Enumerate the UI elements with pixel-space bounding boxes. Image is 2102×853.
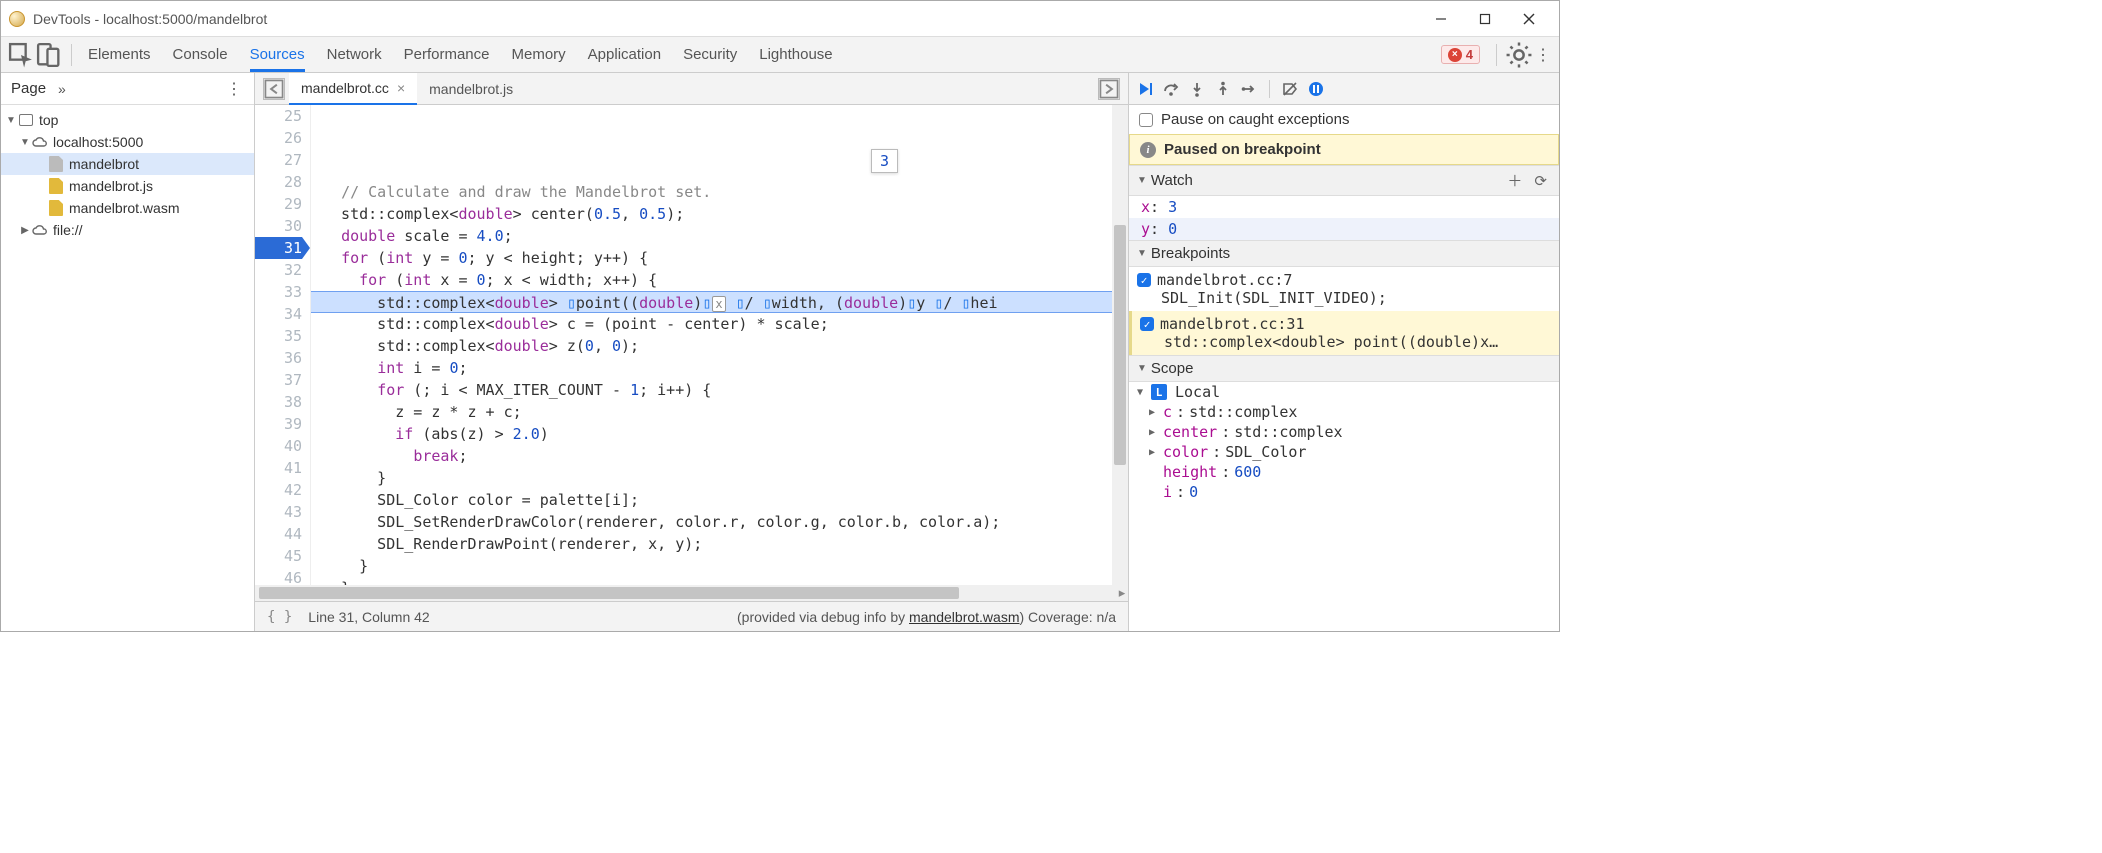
editor-status-bar: { } Line 31, Column 42 (provided via deb…	[255, 601, 1128, 631]
pause-caught-checkbox[interactable]	[1139, 113, 1153, 127]
close-tab-icon[interactable]: ×	[397, 80, 405, 96]
add-watch-icon[interactable]: ＋	[1503, 170, 1526, 191]
local-badge-icon: L	[1151, 384, 1167, 400]
navigator-menu-icon[interactable]: ⋮	[224, 79, 244, 99]
code-editor[interactable]: 2526272829303132333435363738394041424344…	[255, 105, 1128, 585]
show-navigator-icon[interactable]	[263, 78, 285, 100]
panel-tabs: Elements Console Sources Network Perform…	[88, 38, 1441, 71]
editor-tab-mandelbrot-cc[interactable]: mandelbrot.cc ×	[289, 73, 417, 105]
navigator-page-tab[interactable]: Page	[11, 80, 46, 97]
close-button[interactable]	[1507, 4, 1551, 34]
title-bar: DevTools - localhost:5000/mandelbrot	[1, 1, 1559, 37]
tree-file-mandelbrot-wasm[interactable]: mandelbrot.wasm	[1, 197, 254, 219]
breakpoints-section-header[interactable]: ▼Breakpoints	[1129, 240, 1559, 267]
file-tree: ▼ top ▼ localhost:5000 mandelbrot mandel…	[1, 105, 254, 245]
show-debugger-icon[interactable]	[1098, 78, 1120, 100]
tab-memory[interactable]: Memory	[512, 38, 566, 71]
scope-variable[interactable]: ▶c: std::complex	[1129, 402, 1559, 422]
step-over-icon[interactable]	[1163, 81, 1179, 97]
resume-icon[interactable]	[1137, 81, 1153, 97]
tab-application[interactable]: Application	[588, 38, 661, 71]
document-icon	[49, 156, 63, 172]
tree-file-scheme[interactable]: ▶ file://	[1, 219, 254, 241]
error-count: 4	[1466, 47, 1473, 62]
scope-variable[interactable]: ▶center: std::complex	[1129, 422, 1559, 442]
step-into-icon[interactable]	[1189, 81, 1205, 97]
info-icon: i	[1140, 142, 1156, 158]
refresh-watch-icon[interactable]: ⟳	[1530, 172, 1551, 190]
watch-item[interactable]: x: 3	[1129, 196, 1559, 218]
paused-infobar: i Paused on breakpoint	[1129, 134, 1559, 165]
tab-console[interactable]: Console	[173, 38, 228, 71]
breakpoint-item[interactable]: ✓mandelbrot.cc:7 SDL_Init(SDL_INIT_VIDEO…	[1129, 267, 1559, 311]
step-out-icon[interactable]	[1215, 81, 1231, 97]
editor-tab-mandelbrot-js[interactable]: mandelbrot.js	[417, 73, 525, 105]
debugger-panel: Pause on caught exceptions i Paused on b…	[1129, 73, 1559, 631]
cloud-icon	[31, 224, 49, 236]
tab-sources[interactable]: Sources	[250, 38, 305, 71]
scope-variable[interactable]: i: 0	[1129, 482, 1559, 502]
tree-file-mandelbrot-js[interactable]: mandelbrot.js	[1, 175, 254, 197]
more-icon[interactable]: ⋮	[1533, 41, 1553, 69]
error-icon: ×	[1448, 48, 1462, 62]
scope-local-header[interactable]: ▼LLocal	[1129, 382, 1559, 402]
device-toggle-icon[interactable]	[35, 41, 63, 69]
navigator-more-tabs-icon[interactable]: »	[58, 81, 66, 97]
tab-security[interactable]: Security	[683, 38, 737, 71]
app-logo-icon	[9, 11, 25, 27]
horizontal-scrollbar[interactable]: ▸	[255, 585, 1128, 601]
vertical-scrollbar[interactable]	[1112, 105, 1128, 585]
breakpoint-checkbox[interactable]: ✓	[1137, 273, 1151, 287]
inspect-element-icon[interactable]	[7, 41, 35, 69]
cursor-position: Line 31, Column 42	[308, 609, 429, 625]
tab-lighthouse[interactable]: Lighthouse	[759, 38, 832, 71]
scope-variable[interactable]: ▶color: SDL_Color	[1129, 442, 1559, 462]
main-toolbar: Elements Console Sources Network Perform…	[1, 37, 1559, 73]
script-icon	[49, 200, 63, 216]
breakpoint-item[interactable]: ✓mandelbrot.cc:31 std::complex<double> p…	[1129, 311, 1559, 355]
error-count-badge[interactable]: × 4	[1441, 45, 1480, 64]
navigator-sidebar: Page » ⋮ ▼ top ▼ localhost:5000 m	[1, 73, 255, 631]
tab-network[interactable]: Network	[327, 38, 382, 71]
debug-info-label: (provided via debug info by mandelbrot.w…	[737, 609, 1116, 625]
maximize-button[interactable]	[1463, 4, 1507, 34]
settings-icon[interactable]	[1505, 41, 1533, 69]
editor-panel: mandelbrot.cc × mandelbrot.js 2526272829…	[255, 73, 1129, 631]
debug-info-link[interactable]: mandelbrot.wasm	[909, 609, 1020, 625]
cloud-icon	[31, 136, 49, 148]
script-icon	[49, 178, 63, 194]
tab-performance[interactable]: Performance	[404, 38, 490, 71]
tree-top[interactable]: ▼ top	[1, 109, 254, 131]
deactivate-breakpoints-icon[interactable]	[1282, 81, 1298, 97]
watch-item[interactable]: y: 0	[1129, 218, 1559, 240]
scope-section-header[interactable]: ▼Scope	[1129, 355, 1559, 382]
watch-section-header[interactable]: ▼Watch ＋ ⟳	[1129, 165, 1559, 196]
pause-caught-label: Pause on caught exceptions	[1161, 111, 1349, 128]
tree-origin[interactable]: ▼ localhost:5000	[1, 131, 254, 153]
breakpoint-checkbox[interactable]: ✓	[1140, 317, 1154, 331]
value-tooltip: 3	[871, 149, 898, 173]
window-icon	[19, 114, 33, 126]
tree-file-mandelbrot[interactable]: mandelbrot	[1, 153, 254, 175]
window-title: DevTools - localhost:5000/mandelbrot	[33, 11, 1419, 27]
tab-elements[interactable]: Elements	[88, 38, 151, 71]
step-icon[interactable]	[1241, 81, 1257, 97]
pretty-print-icon[interactable]: { }	[267, 609, 292, 625]
minimize-button[interactable]	[1419, 4, 1463, 34]
pause-exceptions-icon[interactable]	[1308, 81, 1324, 97]
scope-variable[interactable]: height: 600	[1129, 462, 1559, 482]
